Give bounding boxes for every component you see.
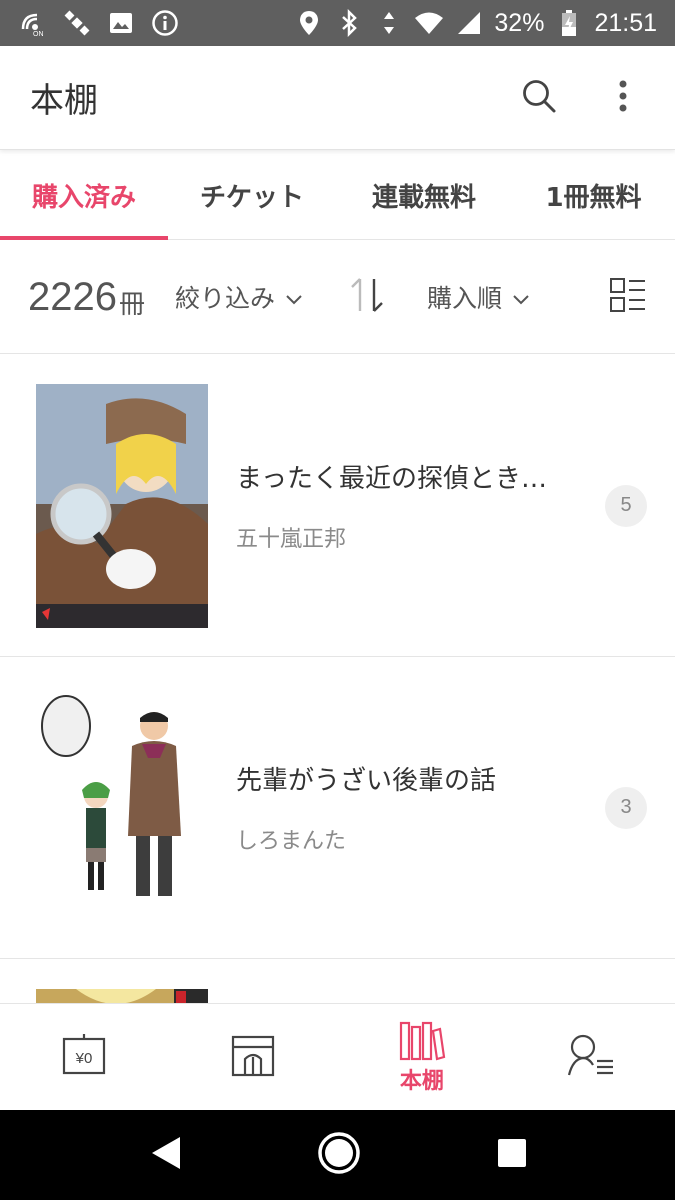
book-count-unit: 冊 (118, 289, 145, 320)
more-options-button[interactable] (601, 76, 645, 120)
book-count: 2226 (28, 274, 117, 319)
nav-bookshelf[interactable]: 本棚 (338, 1004, 507, 1110)
bluetooth-icon (334, 8, 364, 38)
chevron-down-icon (285, 283, 303, 312)
volume-badge: 5 (605, 484, 647, 527)
more-vert-icon (617, 78, 629, 118)
sort-arrows-icon (347, 278, 387, 319)
sort-direction-button[interactable] (347, 275, 387, 319)
page-title: 本棚 (30, 81, 98, 121)
yen-coupon-icon: ¥0 (60, 1031, 108, 1083)
status-bar: ON 32% 21:51 (0, 0, 675, 46)
recents-button[interactable] (496, 1137, 528, 1173)
battery-charging-icon (554, 8, 584, 38)
book-title: まったく最近の探偵ときたら (236, 464, 566, 494)
book-author: 五十嵐正邦 (236, 527, 347, 552)
signal-icon (454, 8, 484, 38)
app-bar: 本棚 (0, 46, 675, 150)
book-row[interactable] (0, 959, 675, 1009)
battery-percent: 32% (494, 8, 545, 37)
clock: 21:51 (594, 8, 657, 37)
wifi-icon (414, 8, 444, 38)
svg-text:ON: ON (33, 31, 44, 37)
shelf-toolbar: 2226 冊 絞り込み 購入順 (0, 241, 675, 354)
bottom-nav: ¥0 本棚 (0, 1003, 675, 1110)
store-icon (229, 1031, 277, 1083)
bookshelf-icon (398, 1019, 446, 1065)
nfc-icon: ON (18, 8, 48, 38)
nav-label: 本棚 (399, 1069, 444, 1094)
order-dropdown[interactable]: 購入順 (427, 279, 530, 315)
home-button[interactable] (317, 1131, 361, 1179)
data-arrows-icon (374, 8, 404, 38)
account-list-icon (565, 1031, 617, 1083)
filter-label: 絞り込み (175, 284, 276, 313)
nav-account[interactable] (506, 1004, 675, 1110)
system-nav-bar (0, 1110, 675, 1200)
status-right: 32% 21:51 (294, 8, 657, 38)
recents-square-icon (496, 1139, 528, 1173)
order-label: 購入順 (427, 284, 503, 313)
tab-bar: 購入済み チケット 連載無料 1冊無料 (0, 152, 675, 240)
tab-one-free[interactable]: 1冊無料 (512, 152, 675, 239)
search-button[interactable] (517, 76, 561, 120)
book-title: 先輩がうざい後輩の話 (236, 766, 497, 796)
back-triangle-icon (148, 1137, 182, 1175)
back-button[interactable] (148, 1135, 182, 1175)
book-cover (36, 383, 208, 628)
tab-purchased[interactable]: 購入済み (0, 152, 168, 240)
book-cover (36, 685, 208, 930)
book-author: しろまんた (236, 829, 347, 854)
svg-text:¥0: ¥0 (75, 1050, 93, 1067)
chevron-down-icon (512, 283, 530, 312)
volume-badge: 3 (605, 786, 647, 829)
tab-serial-free[interactable]: 連載無料 (336, 152, 512, 239)
home-circle-icon (317, 1132, 361, 1179)
search-icon (520, 77, 558, 119)
info-icon (150, 8, 180, 38)
nav-store[interactable] (169, 1004, 338, 1110)
list-layout-icon (609, 278, 647, 318)
book-list: まったく最近の探偵ときたら 五十嵐正邦 5 先輩がうざい後輩の話 しろまんた 3 (0, 355, 675, 1009)
location-icon (294, 8, 324, 38)
book-row[interactable]: 先輩がうざい後輩の話 しろまんた 3 (0, 657, 675, 959)
image-icon (106, 8, 136, 38)
satellite-icon (62, 8, 92, 38)
status-left: ON (18, 8, 180, 38)
tab-ticket[interactable]: チケット (168, 152, 336, 239)
layout-toggle-button[interactable] (609, 276, 647, 318)
book-row[interactable]: まったく最近の探偵ときたら 五十嵐正邦 5 (0, 355, 675, 657)
filter-dropdown[interactable]: 絞り込み (175, 279, 303, 315)
nav-coupon[interactable]: ¥0 (0, 1004, 169, 1110)
app-actions (517, 76, 645, 120)
